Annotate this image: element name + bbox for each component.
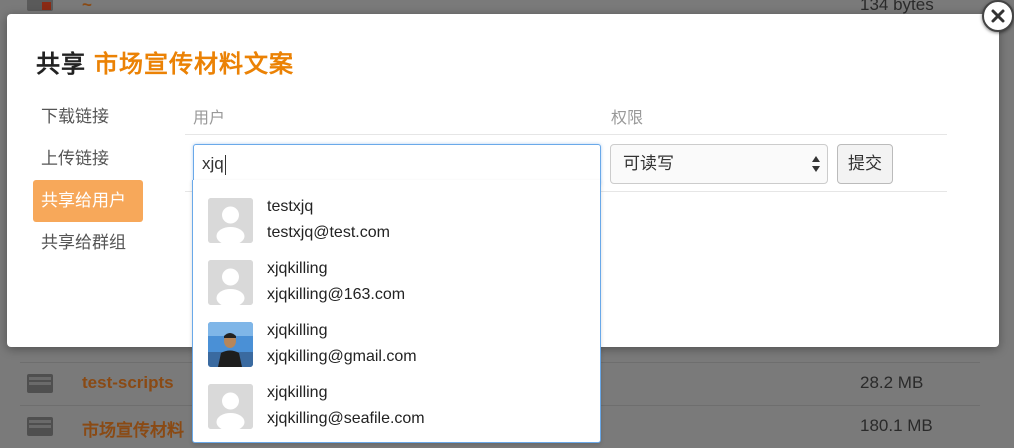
item-name[interactable]: test-scripts <box>82 373 174 393</box>
suggestion-email: xjqkilling@gmail.com <box>267 348 417 365</box>
user-column-header: 用户 <box>193 110 226 127</box>
default-avatar-icon <box>208 384 253 429</box>
permission-column-header: 权限 <box>611 110 644 127</box>
close-icon <box>991 9 1005 23</box>
suggestion-username: xjqkilling <box>267 384 328 401</box>
suggestion-item[interactable]: testxjq testxjq@test.com <box>193 192 600 254</box>
avatar <box>208 384 253 429</box>
item-size: 28.2 MB <box>860 373 924 392</box>
title-prefix: 共享 <box>36 51 86 78</box>
suggestion-item[interactable]: xjqkilling xjqkilling@163.com <box>193 254 600 316</box>
text-caret <box>224 154 226 175</box>
header-divider <box>185 134 947 135</box>
item-name[interactable]: 市场宣传材料 <box>82 416 184 441</box>
user-suggestions-dropdown: testxjq testxjq@test.com xjqkilling xjqk… <box>192 180 601 443</box>
folder-lock-icon <box>27 0 53 11</box>
nav-item-upload-link[interactable]: 上传链接 <box>33 138 143 180</box>
avatar <box>208 260 253 305</box>
dialog-title: 共享 市场宣传材料文案 <box>36 44 294 79</box>
select-arrows-icon <box>812 156 820 172</box>
suggestion-email: xjqkilling@163.com <box>267 286 406 303</box>
item-size: 180.1 MB <box>860 416 933 435</box>
suggestion-username: testxjq <box>267 198 314 215</box>
suggestion-item[interactable]: xjqkilling xjqkilling@seafile.com <box>193 378 600 440</box>
share-nav: 下载链接 上传链接 共享给用户 共享给群组 <box>33 96 143 264</box>
suggestion-email: xjqkilling@seafile.com <box>267 410 425 427</box>
submit-button[interactable]: 提交 <box>837 144 893 184</box>
item-size: 134 bytes <box>860 0 934 14</box>
folder-icon <box>27 417 53 436</box>
default-avatar-icon <box>208 260 253 305</box>
avatar <box>208 322 253 367</box>
nav-item-download-link[interactable]: 下载链接 <box>33 96 143 138</box>
folder-icon <box>27 374 53 393</box>
suggestion-username: xjqkilling <box>267 322 328 339</box>
avatar <box>208 198 253 243</box>
default-avatar-icon <box>208 198 253 243</box>
item-name-partial: ~ <box>82 0 92 14</box>
close-button[interactable] <box>982 0 1014 32</box>
suggestion-item[interactable]: xjqkilling xjqkilling@gmail.com <box>193 316 600 378</box>
permission-selected-value: 可读写 <box>623 154 674 173</box>
user-search-input[interactable]: xjq <box>193 144 601 184</box>
suggestion-username: xjqkilling <box>267 260 328 277</box>
nav-item-share-to-group[interactable]: 共享给群组 <box>33 222 143 264</box>
permission-select[interactable]: 可读写 <box>610 144 828 184</box>
nav-item-share-to-user[interactable]: 共享给用户 <box>33 180 143 222</box>
user-input-value: xjq <box>202 154 224 173</box>
shared-item-name: 市场宣传材料文案 <box>94 51 294 78</box>
photo-avatar-icon <box>208 322 253 367</box>
suggestion-email: testxjq@test.com <box>267 224 390 241</box>
